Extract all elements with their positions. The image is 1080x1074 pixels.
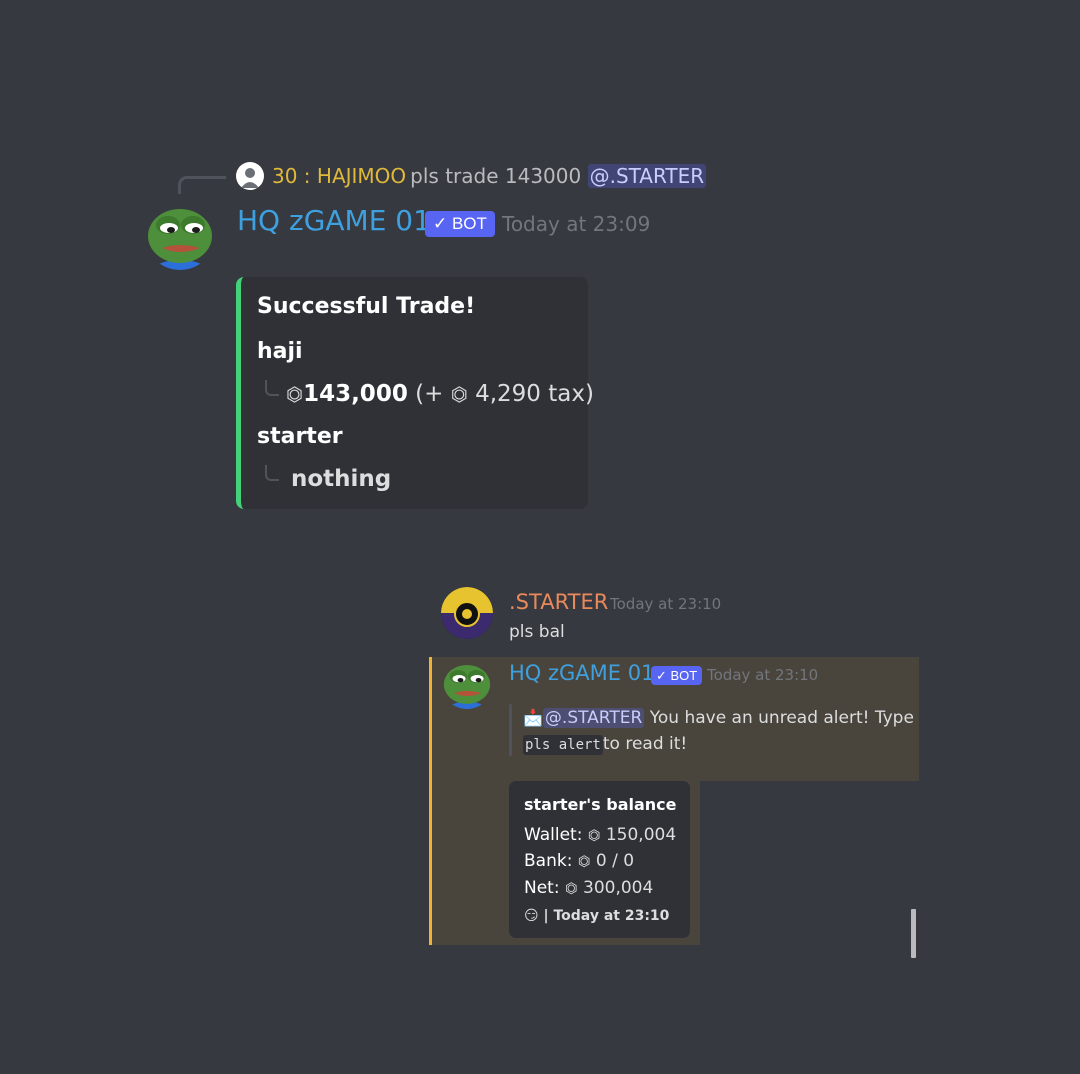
alert-mention[interactable]: @.STARTER <box>542 708 645 728</box>
alert-command: pls alert <box>523 735 603 755</box>
quote-bar <box>509 704 512 756</box>
bank-row: Bank: ⏣ 0 / 0 <box>524 849 634 874</box>
timestamp: Today at 23:09 <box>502 212 651 236</box>
coin-icon: ⏣ <box>577 854 591 870</box>
bot-name[interactable]: HQ zGAME 01 <box>237 202 431 240</box>
user-name[interactable]: .STARTER <box>509 588 608 616</box>
bank-value: 0 / 0 <box>595 851 635 871</box>
bot-avatar[interactable] <box>144 198 216 270</box>
coin-icon: ⏣ <box>286 383 304 406</box>
reply-text: pls trade 143000 <box>410 164 582 188</box>
net-label: Net: <box>524 878 560 898</box>
net-value: 300,004 <box>583 878 654 898</box>
tree-branch-icon <box>265 465 279 481</box>
alert-message: You have an unread alert! Type <box>649 708 914 728</box>
bank-label: Bank: <box>524 851 573 871</box>
embed-field-value-starter: nothing <box>291 466 392 492</box>
reply-avatar[interactable] <box>236 162 264 190</box>
net-row: Net: ⏣ 300,004 <box>524 876 653 901</box>
badge-avatar-icon <box>441 587 493 639</box>
embed-title: starter's balance <box>524 795 677 814</box>
user-silhouette-icon <box>241 168 259 188</box>
bot-name[interactable]: HQ zGAME 01 <box>509 659 654 687</box>
embed-field-name-haji: haji <box>257 339 303 364</box>
coin-icon: ⏣ <box>450 383 468 406</box>
bot-tag: ✓ BOT <box>651 666 703 685</box>
embed-footer: 😏 | Today at 23:10 <box>524 905 669 927</box>
user-avatar[interactable] <box>441 587 493 639</box>
reply-mention[interactable]: @.STARTER <box>587 164 707 188</box>
trade-amount: 143,000 <box>303 381 408 407</box>
wallet-row: Wallet: ⏣ 150,004 <box>524 823 676 848</box>
embed-field-value-haji: ⏣143,000 (+ ⏣ 4,290 tax) <box>286 378 594 411</box>
alert-text: 📩 @.STARTER You have an unread alert! Typ… <box>523 705 914 731</box>
envelope-icon: 📩 <box>523 708 543 727</box>
smirk-emoji-icon: 😏 <box>524 908 539 924</box>
pepe-avatar-icon <box>144 198 216 270</box>
reply-author[interactable]: 30 : HAJIMOO <box>272 164 406 188</box>
footer-text: | Today at 23:10 <box>543 908 670 924</box>
timestamp: Today at 23:10 <box>707 666 819 684</box>
pepe-avatar-icon <box>441 657 493 709</box>
embed-title: Successful Trade! <box>257 294 476 319</box>
wallet-value: 150,004 <box>605 825 677 845</box>
tax-amount: 4,290 tax) <box>475 381 594 407</box>
coin-icon: ⏣ <box>587 828 601 844</box>
alert-text-2: pls alert to read it! <box>523 731 687 758</box>
coin-icon: ⏣ <box>564 881 578 897</box>
tree-branch-icon <box>265 380 279 396</box>
tax-prefix: (+ <box>415 381 444 407</box>
embed-field-name-starter: starter <box>257 424 343 449</box>
message-text: pls bal <box>509 622 565 642</box>
reply-connector <box>178 176 226 194</box>
bot-avatar[interactable] <box>441 657 493 709</box>
reply-preview[interactable]: 30 : HAJIMOO pls trade 143000 @.STARTER <box>272 163 707 189</box>
alert-message-2: to read it! <box>602 734 688 754</box>
timestamp: Today at 23:10 <box>610 595 722 613</box>
scrollbar-thumb[interactable] <box>911 909 916 958</box>
bot-tag: ✓ BOT <box>425 211 495 237</box>
wallet-label: Wallet: <box>524 825 583 845</box>
